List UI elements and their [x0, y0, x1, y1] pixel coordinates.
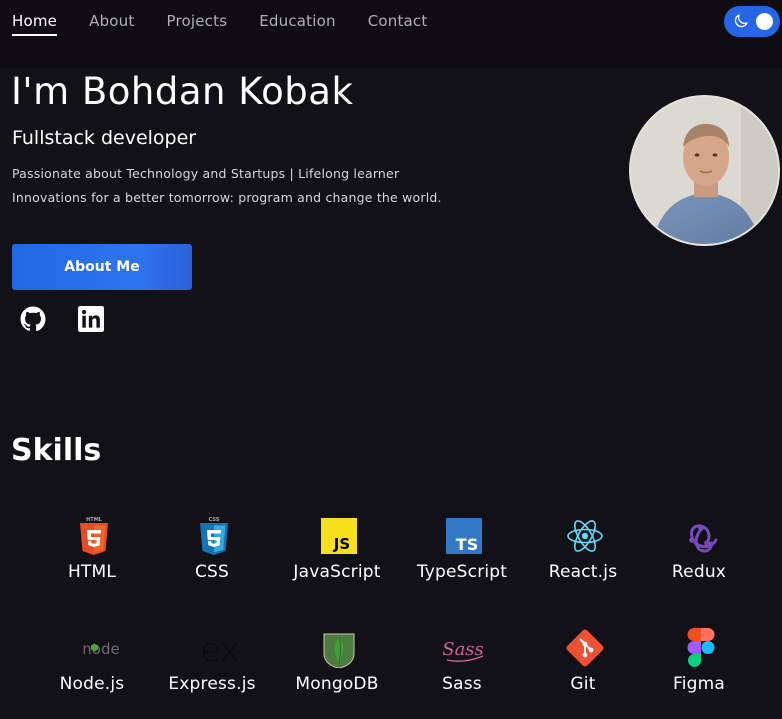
- skill-label: Node.js: [59, 674, 125, 694]
- skill-label: JavaScript: [293, 562, 381, 582]
- top-nav: Home About Projects Education Contact: [0, 0, 782, 68]
- skill-html: HTML HTML: [30, 516, 154, 606]
- express-icon: ex: [200, 630, 239, 668]
- skill-label: Sass: [442, 674, 482, 694]
- hero-description: Passionate about Technology and Startups…: [12, 162, 442, 210]
- skill-label: CSS: [194, 562, 230, 582]
- skill-nodejs: node Node.js: [30, 628, 154, 718]
- linkedin-icon[interactable]: [78, 306, 104, 332]
- nav-about[interactable]: About: [89, 12, 134, 36]
- git-icon: [566, 629, 604, 667]
- skill-sass: Sass Sass: [400, 628, 524, 718]
- javascript-icon: JS: [321, 518, 357, 554]
- skill-label: HTML: [67, 562, 117, 582]
- nav-contact[interactable]: Contact: [368, 12, 428, 36]
- skill-redux: Redux: [637, 516, 761, 606]
- svg-text:JS: JS: [333, 535, 350, 553]
- hero-role: Fullstack developer: [12, 127, 197, 149]
- skill-javascript: JS JavaScript: [275, 516, 399, 606]
- mongodb-icon: [323, 633, 355, 668]
- html5-icon: HTML: [80, 517, 108, 555]
- skill-label: React.js: [548, 562, 618, 582]
- github-icon[interactable]: [20, 306, 46, 332]
- skill-figma: Figma: [637, 628, 761, 718]
- react-icon: [567, 520, 603, 552]
- about-me-button[interactable]: About Me: [12, 244, 192, 290]
- skill-label: Git: [570, 674, 596, 694]
- nav-education[interactable]: Education: [259, 12, 335, 36]
- toggle-knob: [756, 13, 773, 30]
- sass-icon: Sass: [442, 639, 484, 662]
- skill-react: React.js: [521, 516, 645, 606]
- skill-label: TypeScript: [416, 562, 508, 582]
- figma-icon: [687, 628, 715, 667]
- skill-label: Figma: [672, 674, 726, 694]
- typescript-icon: TS: [446, 518, 482, 554]
- nav-links: Home About Projects Education Contact: [12, 12, 459, 36]
- redux-icon: [689, 524, 718, 553]
- svg-text:TS: TS: [456, 535, 478, 554]
- moon-icon: [734, 14, 748, 28]
- svg-text:node: node: [82, 640, 119, 658]
- hero-line-2: Innovations for a better tomorrow: progr…: [12, 190, 442, 205]
- hero-line-1: Passionate about Technology and Startups…: [12, 166, 400, 181]
- theme-toggle[interactable]: [724, 6, 780, 37]
- css3-icon: CSS: [200, 517, 228, 555]
- nav-home[interactable]: Home: [12, 12, 58, 36]
- skill-label: MongoDB: [295, 674, 379, 694]
- skill-git: Git: [521, 628, 645, 718]
- person-illustration: [631, 97, 778, 244]
- svg-text:HTML: HTML: [86, 517, 103, 523]
- svg-text:ex: ex: [200, 630, 239, 668]
- skill-typescript: TS TypeScript: [400, 516, 524, 606]
- skill-express: ex Express.js: [150, 628, 274, 718]
- skill-css: CSS CSS: [150, 516, 274, 606]
- profile-photo: [629, 95, 780, 246]
- nav-projects[interactable]: Projects: [166, 12, 227, 36]
- hero-name: I'm Bohdan Kobak: [11, 70, 354, 113]
- skill-label: Redux: [671, 562, 727, 582]
- skill-label: Express.js: [168, 674, 256, 694]
- nodejs-icon: node: [82, 640, 119, 658]
- skills-title: Skills: [11, 433, 102, 468]
- svg-text:Sass: Sass: [442, 639, 484, 660]
- skill-mongodb: MongoDB: [275, 628, 399, 718]
- svg-text:CSS: CSS: [209, 517, 220, 523]
